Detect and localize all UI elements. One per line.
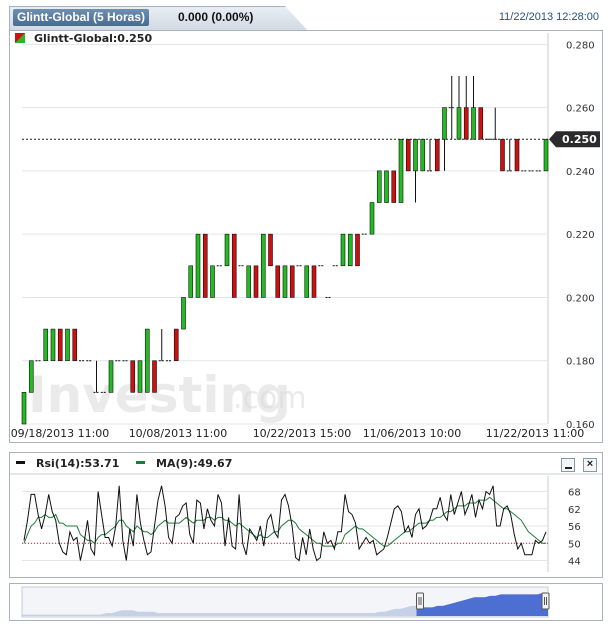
candle: [492, 107, 499, 140]
x-tick-label: 10/22/2013 15:00: [253, 427, 352, 440]
candle: [463, 75, 469, 140]
candle: [506, 139, 513, 172]
rsi-chart[interactable]: Rsi(14):53.71 MA(9):49.67 68 62 56 50 44: [0, 452, 613, 582]
candle: [355, 233, 360, 267]
candle: [181, 297, 186, 330]
y-tick-label: 0.260: [566, 104, 595, 115]
x-tick-label: 09/18/2013 11:00: [11, 427, 110, 440]
y-tick-label: 0.180: [566, 357, 595, 368]
price-chart[interactable]: 0.2800.2600.2400.2200.2000.1800.160 09/1…: [0, 0, 613, 445]
y-tick-label: 0.280: [566, 40, 595, 51]
rsi-y-tick-label: 56: [568, 522, 581, 533]
candle: [108, 360, 114, 393]
rsi-legend-swatch: [16, 461, 25, 464]
candle: [405, 138, 411, 172]
candle: [65, 328, 70, 362]
candle: [289, 265, 295, 298]
candle: [340, 233, 346, 267]
ma-legend-label: MA(9):49.67: [156, 457, 232, 470]
candle: [398, 138, 404, 203]
candle: [413, 138, 418, 203]
candle: [158, 329, 165, 362]
price-x-axis: 09/18/2013 11:00 10/08/2013 11:00 10/22/20…: [11, 427, 585, 440]
close-icon: ×: [586, 458, 594, 470]
candle: [144, 328, 150, 393]
rsi-y-axis: 68 62 56 50 44: [568, 488, 581, 568]
y-tick-label: 0.200: [566, 293, 595, 304]
y-tick-label: 0.240: [566, 167, 595, 178]
candle: [347, 233, 353, 267]
candle: [195, 233, 201, 298]
candle: [391, 170, 397, 203]
candle: [188, 265, 194, 298]
rsi-grid: [22, 476, 549, 572]
minimize-button[interactable]: [561, 458, 575, 472]
candle: [43, 328, 49, 362]
price-y-axis: 0.2800.2600.2400.2200.2000.1800.160: [566, 40, 595, 431]
last-price-label: 0.250: [562, 133, 597, 146]
candle: [210, 265, 215, 298]
candle: [28, 360, 34, 393]
candle: [420, 138, 426, 172]
candle: [253, 265, 259, 298]
candle: [224, 233, 230, 267]
candle: [57, 328, 63, 362]
rsi-y-tick-label: 44: [568, 557, 581, 568]
candle: [500, 138, 505, 172]
candle: [384, 170, 389, 203]
instrument-label: Glintt-Global:0.250: [34, 32, 152, 45]
x-tick-label: 10/08/2013 11:00: [129, 427, 228, 440]
rsi-y-tick-label: 68: [568, 488, 581, 499]
candle: [50, 328, 56, 362]
candle: [543, 138, 549, 172]
candle: [369, 202, 375, 235]
candle: [434, 138, 440, 172]
candle: [260, 233, 266, 298]
candle: [202, 233, 208, 298]
watermark-suffix: .com: [233, 381, 307, 416]
candle: [471, 75, 476, 140]
candle: [72, 328, 78, 362]
x-tick-label: 11/22/2013 11:00: [486, 427, 585, 440]
rsi-legend-label: Rsi(14):53.71: [36, 457, 119, 470]
candle: [514, 138, 520, 172]
candle: [130, 360, 136, 393]
candle: [376, 170, 382, 203]
y-tick-label: 0.220: [566, 230, 595, 241]
navigator[interactable]: [0, 583, 613, 623]
candle: [231, 233, 237, 298]
candle: [246, 265, 252, 298]
candle: [311, 265, 317, 298]
candle: [478, 107, 484, 140]
navigator-left-handle[interactable]: [416, 592, 424, 610]
rsi-y-tick-label: 50: [568, 539, 581, 550]
candle: [268, 233, 273, 267]
candle: [137, 360, 143, 393]
candle: [427, 139, 433, 172]
candle: [21, 392, 27, 425]
navigator-right-handle[interactable]: [541, 592, 550, 610]
candle: [456, 75, 462, 140]
minimize-icon: [564, 467, 572, 469]
candle: [173, 328, 179, 362]
candle: [152, 360, 157, 393]
x-tick-label: 11/06/2013 10:00: [363, 427, 462, 440]
candle: [282, 265, 288, 298]
close-button[interactable]: ×: [583, 458, 597, 472]
last-price-marker: 0.250: [549, 131, 600, 148]
candle: [275, 265, 281, 298]
ma-legend-swatch: [136, 461, 145, 464]
rsi-y-tick-label: 62: [568, 505, 581, 516]
candle: [304, 265, 310, 298]
